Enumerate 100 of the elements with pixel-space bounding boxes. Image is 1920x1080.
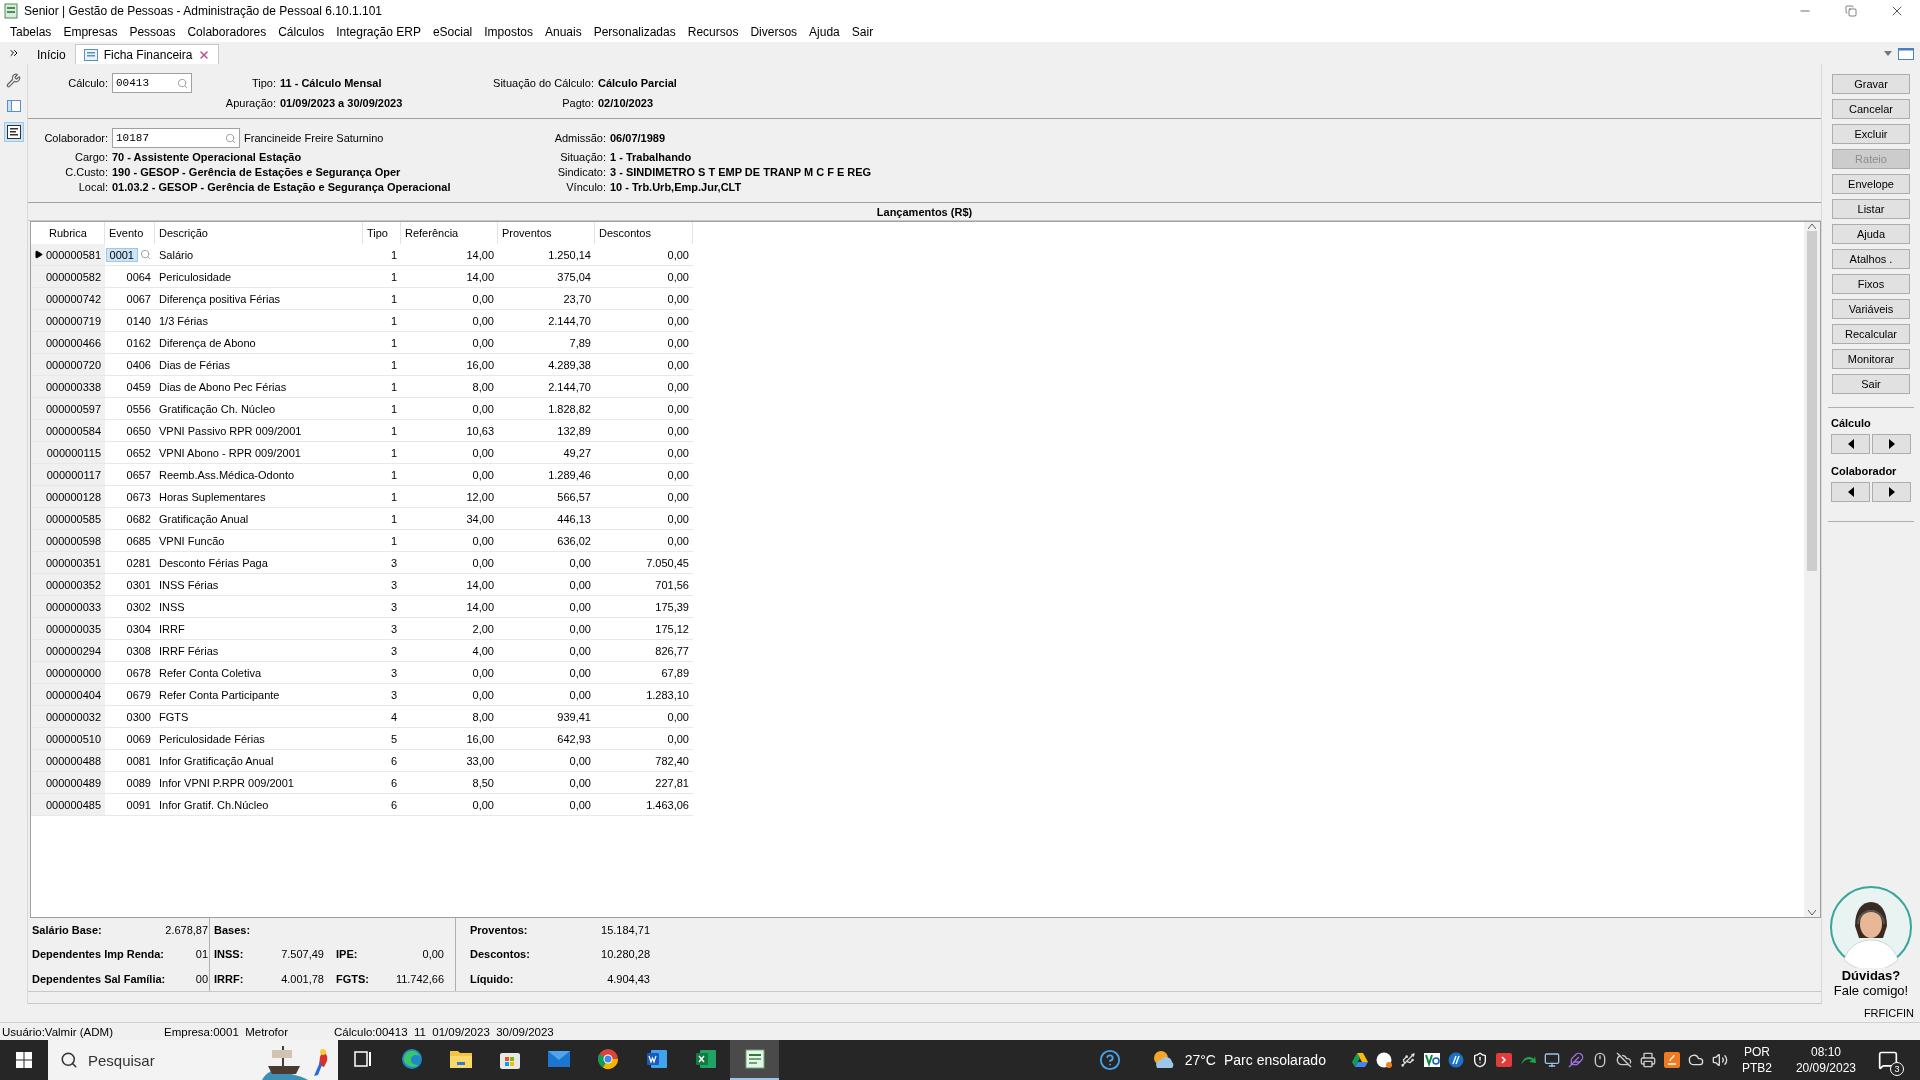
status-text: Empresa:0001 Metrofor: [163, 1025, 289, 1038]
action-button[interactable]: Recalcular: [1832, 324, 1910, 344]
action-button[interactable]: Envelope: [1832, 174, 1910, 194]
previous-button[interactable]: [1831, 434, 1870, 454]
table-cell: 000000035: [45, 618, 105, 640]
action-button[interactable]: Gravar: [1832, 74, 1910, 94]
navigator-label: Cálculo: [1831, 417, 1872, 429]
field-value: 02/10/2023: [598, 97, 655, 109]
app-icon: [4, 3, 18, 19]
task-view-icon: [352, 1049, 373, 1069]
scrollbar[interactable]: [1804, 222, 1820, 917]
menu-item[interactable]: Colaboradores: [181, 25, 273, 39]
language-indicator[interactable]: POR: [1743, 1044, 1770, 1060]
action-button[interactable]: Atalhos .: [1832, 249, 1910, 269]
help-title: Dúvidas?: [1841, 968, 1901, 983]
table-cell: 000000719: [45, 310, 105, 332]
menu-item[interactable]: Integração ERP: [330, 25, 427, 39]
search-icon: [60, 1051, 78, 1069]
previous-button[interactable]: [1831, 482, 1870, 502]
field-value: 1 - Trabalhando: [610, 151, 693, 163]
search-field[interactable]: Pesquisar: [48, 1040, 338, 1080]
browser-icon: [399, 1047, 424, 1071]
summary-label: INSS:: [214, 948, 245, 961]
action-button[interactable]: Variáveis: [1832, 299, 1910, 319]
menu-item[interactable]: Pessoas: [123, 25, 182, 39]
list-icon[interactable]: [6, 125, 21, 139]
help-icon[interactable]: [1098, 1049, 1121, 1071]
clock-date[interactable]: 20/09/2023: [1795, 1060, 1856, 1076]
panel-icon[interactable]: [6, 100, 21, 112]
action-button[interactable]: Listar: [1832, 199, 1910, 219]
menu-item[interactable]: Empresas: [57, 25, 124, 39]
table-cell: 000000585: [45, 508, 105, 530]
table-cell: 000000352: [45, 574, 105, 596]
scroll-up-icon[interactable]: [1808, 224, 1816, 229]
menu-item[interactable]: Anuais: [538, 25, 588, 39]
summary-value: 4.904,43: [606, 972, 650, 985]
folder-icon: [448, 1048, 473, 1070]
keyboard-layout[interactable]: PTB2: [1741, 1060, 1772, 1076]
action-button[interactable]: Cancelar: [1832, 99, 1910, 119]
menu-item[interactable]: Diversos: [744, 25, 804, 39]
close-tab-icon[interactable]: [198, 48, 211, 61]
table-cell: 000000581: [45, 244, 105, 266]
field-label: Local:: [77, 181, 108, 193]
tab[interactable]: Ficha Financeira: [74, 44, 220, 64]
restore-icon[interactable]: [1845, 5, 1857, 17]
shield-icon[interactable]: [1471, 1052, 1488, 1068]
field-value: 11 - Cálculo Mensal: [280, 77, 383, 89]
menu-item[interactable]: Cálculos: [272, 25, 331, 39]
menu-item[interactable]: Ajuda: [803, 25, 846, 39]
dropdown-icon[interactable]: [1884, 51, 1892, 57]
menu-item[interactable]: eSocial: [426, 25, 479, 39]
status-text: Usuário:Valmir (ADM): [1, 1025, 114, 1038]
letters-v-icon[interactable]: [1423, 1053, 1440, 1067]
support-avatar-icon[interactable]: [1830, 886, 1912, 968]
feather-icon[interactable]: [1567, 1052, 1584, 1068]
monitor-icon[interactable]: [1543, 1052, 1560, 1068]
action-button[interactable]: Sair: [1832, 374, 1910, 394]
caret-left-icon: [1847, 439, 1854, 449]
action-button[interactable]: Ajuda: [1832, 224, 1910, 244]
cloud-off-icon[interactable]: [1615, 1052, 1632, 1068]
caret-right-icon: [1888, 487, 1895, 497]
table-cell: 000000128: [45, 486, 105, 508]
menu-item[interactable]: Sair: [845, 25, 880, 39]
wrench-icon[interactable]: [6, 72, 21, 88]
notifications-icon[interactable]: [1878, 1050, 1898, 1070]
menu-item[interactable]: Tabelas: [4, 25, 58, 39]
expand-icon[interactable]: [8, 47, 20, 59]
remote-access-icon[interactable]: [1495, 1053, 1512, 1067]
field-value: 06/07/1989: [610, 132, 667, 144]
printer-icon[interactable]: [1639, 1052, 1656, 1068]
menu-item[interactable]: Recursos: [681, 25, 745, 39]
weather-temperature: 27°C: [1184, 1052, 1216, 1068]
tab[interactable]: Início: [28, 44, 75, 64]
row-indicator[interactable]: [31, 244, 45, 266]
summary-label: IPE:: [335, 948, 359, 961]
menu-item[interactable]: Impostos: [478, 25, 539, 39]
table-cell: 000000466: [45, 332, 105, 354]
scroll-down-icon[interactable]: [1808, 910, 1816, 915]
action-button[interactable]: Excluir: [1832, 124, 1910, 144]
field-label: Cálculo:: [67, 77, 108, 89]
table-cell: 000000584: [45, 420, 105, 442]
form-window-icon: [743, 1048, 766, 1070]
action-button[interactable]: Monitorar: [1832, 349, 1910, 369]
event-field[interactable]: 0001: [105, 247, 138, 262]
drive-icon[interactable]: [1351, 1053, 1368, 1067]
menu-item[interactable]: Personalizadas: [587, 25, 682, 39]
next-button[interactable]: [1872, 482, 1911, 502]
clock-time[interactable]: 08:10: [1810, 1044, 1841, 1060]
taskbar-app[interactable]: [730, 1040, 779, 1080]
usb-icon[interactable]: [1399, 1052, 1416, 1068]
volume-icon[interactable]: [1711, 1052, 1728, 1068]
calculation-field[interactable]: 00413: [112, 73, 192, 93]
summary-label: Bases:: [214, 924, 252, 937]
employee-field[interactable]: 10187: [112, 128, 240, 148]
next-button[interactable]: [1872, 434, 1911, 454]
window-icon[interactable]: [1898, 48, 1914, 60]
field-value: 190 - GESOP - Gerência de Estações e Segurança Oper: [112, 166, 402, 178]
table-cell: 000000742: [45, 288, 105, 310]
action-button[interactable]: Fixos: [1832, 274, 1910, 294]
column-header[interactable]: Evento: [105, 222, 155, 244]
